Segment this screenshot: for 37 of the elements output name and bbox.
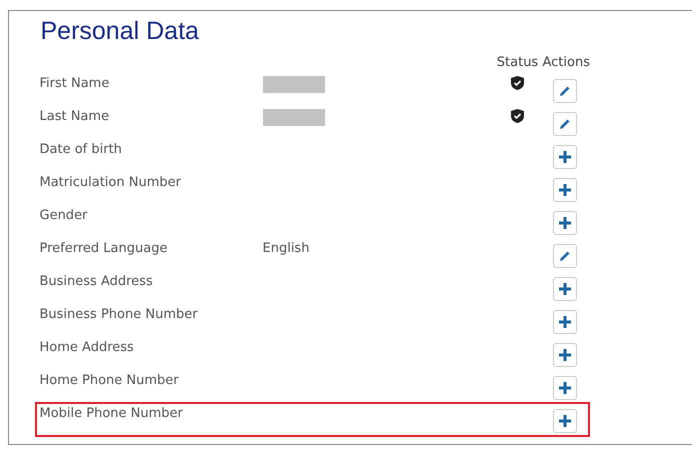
pencil-icon: [559, 118, 571, 130]
add-button[interactable]: [553, 343, 577, 367]
field-label: Matriculation Number: [40, 174, 182, 190]
add-button[interactable]: [553, 145, 577, 169]
field-label: Mobile Phone Number: [40, 405, 184, 421]
edit-button[interactable]: [553, 244, 577, 268]
plus-icon: [559, 382, 571, 394]
field-label: First Name: [40, 75, 110, 91]
field-label: Home Phone Number: [40, 372, 180, 388]
add-button[interactable]: [553, 178, 577, 202]
edit-button[interactable]: [553, 112, 577, 136]
add-button[interactable]: [553, 211, 577, 235]
add-button[interactable]: [553, 310, 577, 334]
field-value: English: [262, 240, 310, 256]
edit-button[interactable]: [553, 79, 577, 103]
field-label: Date of birth: [40, 141, 123, 157]
field-label: Business Phone Number: [40, 306, 199, 322]
field-label: Business Address: [40, 273, 154, 289]
field-label: Home Address: [40, 339, 135, 355]
column-header: Status: [496, 54, 540, 70]
plus-icon: [559, 349, 571, 361]
pencil-icon: [559, 250, 571, 262]
plus-icon: [559, 415, 571, 427]
field-label: Last Name: [40, 108, 110, 124]
plus-icon: [559, 217, 571, 229]
plus-icon: [559, 283, 571, 295]
plus-icon: [559, 184, 571, 196]
add-button[interactable]: [553, 376, 577, 400]
field-label: Gender: [40, 207, 88, 223]
page-title: Personal Data: [40, 17, 199, 46]
plus-icon: [559, 316, 571, 328]
add-button[interactable]: [553, 409, 577, 433]
field-label: Preferred Language: [40, 240, 168, 256]
column-header: Actions: [542, 54, 588, 70]
pencil-icon: [559, 85, 571, 97]
add-button[interactable]: [553, 277, 577, 301]
plus-icon: [559, 151, 571, 163]
